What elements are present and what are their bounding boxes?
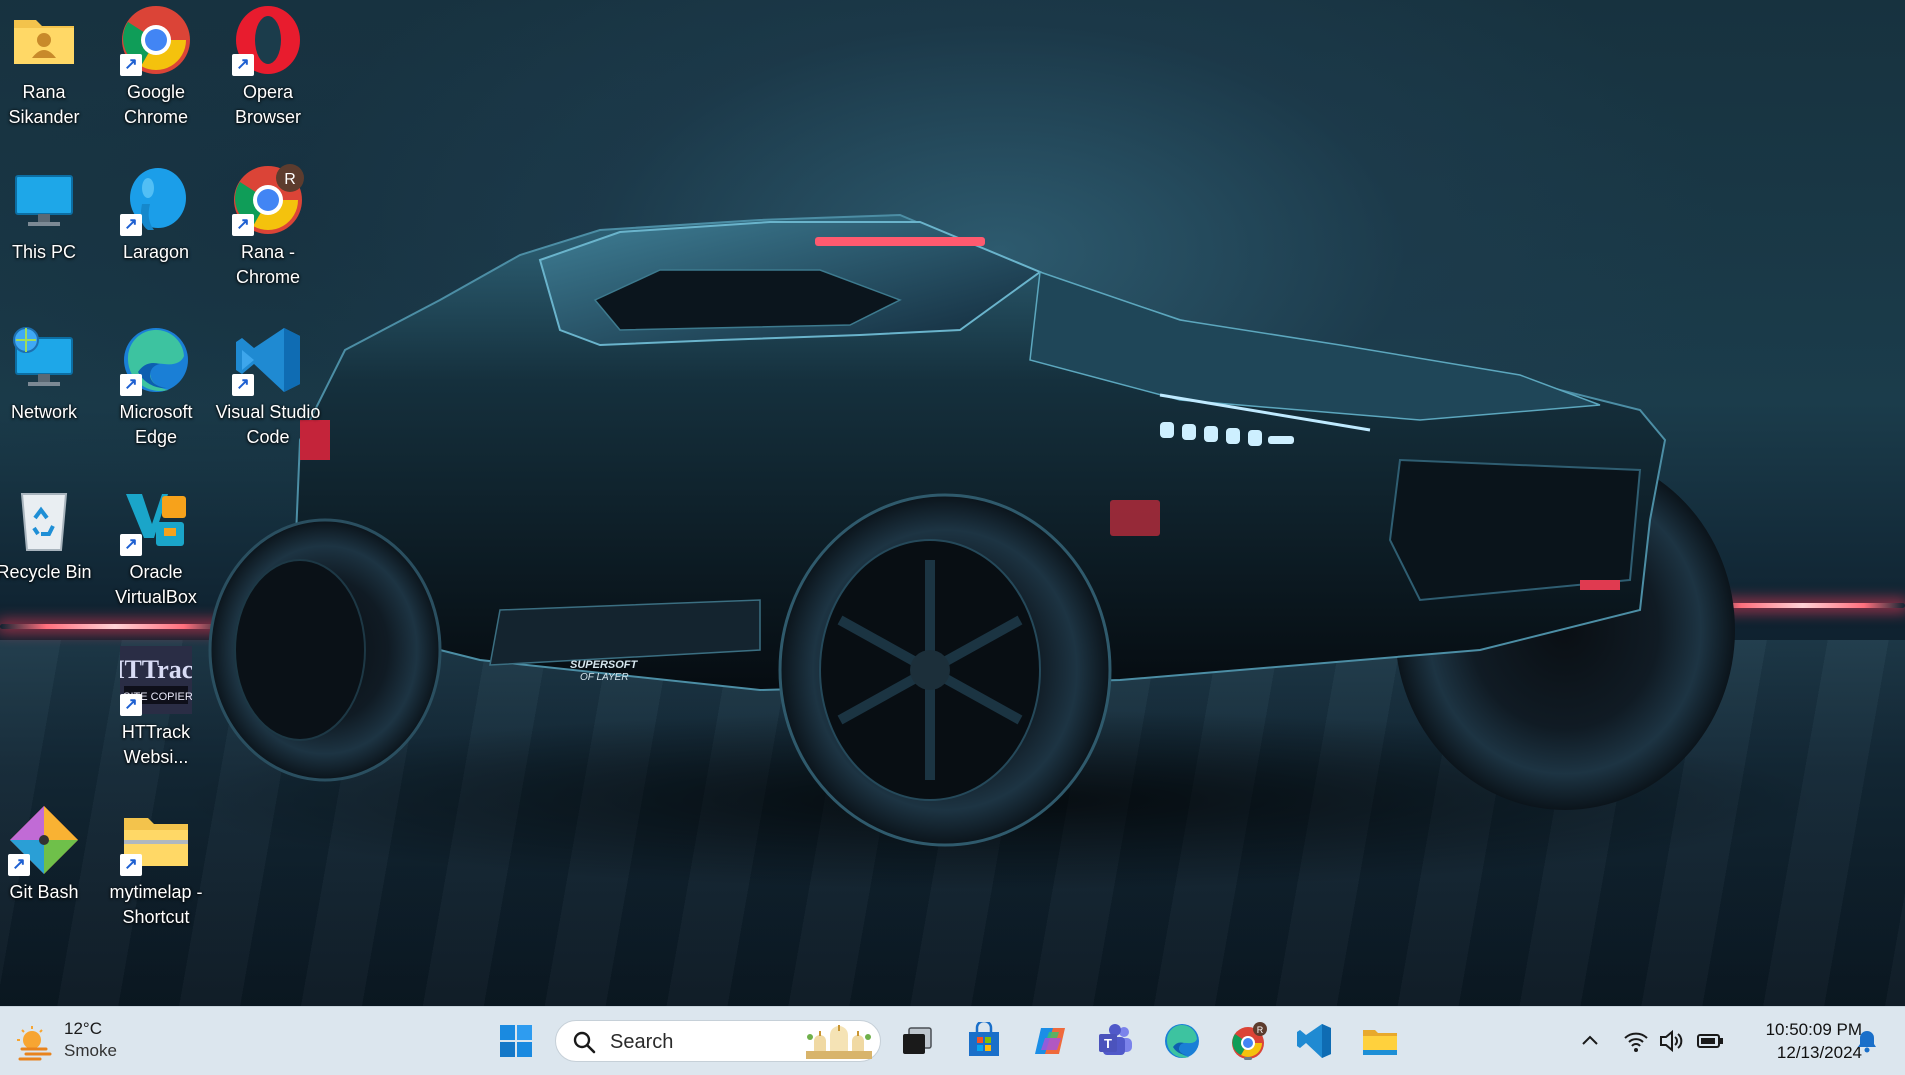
task-view-icon xyxy=(903,1027,932,1054)
chrome-profile-icon: R ↗ xyxy=(232,164,304,236)
desktop-icon-label: Oracle VirtualBox xyxy=(115,562,197,607)
shortcut-arrow-icon: ↗ xyxy=(232,54,254,76)
system-clock[interactable]: 10:50:09 PM 12/13/2024 xyxy=(1732,1018,1862,1064)
svg-text:R: R xyxy=(284,171,296,188)
task-view-button[interactable] xyxy=(896,1019,940,1063)
chevron-up-icon[interactable] xyxy=(1576,1027,1604,1055)
teams-icon: T xyxy=(1099,1024,1132,1055)
desktop-icon-label: Visual Studio Code xyxy=(215,402,321,447)
zip-folder-icon: ↗ xyxy=(120,804,192,876)
shortcut-arrow-icon: ↗ xyxy=(120,694,142,716)
desktop-icon-this-pc[interactable]: This PC xyxy=(0,160,98,265)
desktop-icon-label: Rana Sikander xyxy=(8,82,80,127)
desktop-icon-mytimelap-shortcut[interactable]: ↗ mytimelap - Shortcut xyxy=(102,800,210,930)
virtualbox-icon: ↗ xyxy=(120,484,192,556)
store-icon xyxy=(969,1022,999,1056)
shortcut-arrow-icon: ↗ xyxy=(232,214,254,236)
microsoft-store-button[interactable] xyxy=(962,1019,1006,1063)
desktop-wallpaper: SUPERSOFT OF LAYER xyxy=(0,0,1905,1006)
copilot-button[interactable] xyxy=(1028,1019,1072,1063)
shortcut-arrow-icon: ↗ xyxy=(120,854,142,876)
weather-condition: Smoke xyxy=(64,1041,117,1060)
start-button[interactable] xyxy=(494,1019,538,1063)
running-indicator xyxy=(1244,1057,1252,1060)
monitor-icon xyxy=(8,164,80,236)
git-bash-icon: ↗ xyxy=(8,804,80,876)
desktop-icon-httrack[interactable]: HTTrackSITE COPIER ↗ HTTrackWebsi... xyxy=(102,640,210,770)
desktop-icon-label: Git Bash xyxy=(9,882,79,902)
desktop-icon-opera-browser[interactable]: ↗ Opera Browser xyxy=(214,0,322,130)
svg-text:T: T xyxy=(1104,1036,1112,1051)
clock-time: 10:50:09 PM xyxy=(1765,1020,1862,1039)
chrome-icon: R xyxy=(1232,1022,1267,1059)
file-explorer-icon xyxy=(1363,1030,1397,1055)
desktop-icon-rana-chrome[interactable]: R ↗ Rana - Chrome xyxy=(214,160,322,290)
shortcut-arrow-icon: ↗ xyxy=(120,54,142,76)
chrome-taskbar-button[interactable]: R xyxy=(1226,1019,1270,1063)
desktop-icon-laragon[interactable]: ↗ Laragon xyxy=(102,160,210,265)
weather-widget[interactable]: 12°C Smoke xyxy=(12,1017,132,1065)
desktop-icon-label: HTTrack Websi... xyxy=(121,722,191,767)
weather-temperature: 12°C xyxy=(64,1019,102,1038)
recycle-bin-icon xyxy=(8,484,80,556)
wifi-icon[interactable] xyxy=(1622,1027,1650,1055)
shortcut-arrow-icon: ↗ xyxy=(120,374,142,396)
desktop-icon-label: Recycle Bin xyxy=(0,562,92,582)
search-icon xyxy=(573,1031,596,1054)
opera-icon: ↗ xyxy=(232,4,304,76)
bell-icon[interactable] xyxy=(1855,1029,1879,1053)
search-placeholder: Search xyxy=(610,1031,674,1053)
edge-taskbar-button[interactable] xyxy=(1160,1019,1204,1063)
desktop-icon-microsoft-edge[interactable]: ↗ Microsoft Edge xyxy=(102,320,210,450)
desktop-icon-oracle-virtualbox[interactable]: ↗ Oracle VirtualBox xyxy=(102,480,210,610)
desktop-icon-label: Network xyxy=(10,402,77,422)
desktop-icon-user-folder[interactable]: Rana Sikander xyxy=(0,0,98,130)
teams-button[interactable]: T xyxy=(1094,1019,1138,1063)
desktop-icon-git-bash[interactable]: ↗ Git Bash xyxy=(0,800,98,905)
file-explorer-button[interactable] xyxy=(1358,1019,1402,1063)
desktop-icon-google-chrome[interactable]: ↗ Google Chrome xyxy=(102,0,210,130)
edge-icon xyxy=(1165,1024,1199,1058)
wallpaper-vehicle: SUPERSOFT OF LAYER xyxy=(180,213,1820,890)
shortcut-arrow-icon: ↗ xyxy=(8,854,30,876)
desktop-icon-label: mytimelap - Shortcut xyxy=(109,882,203,927)
shortcut-arrow-icon: ↗ xyxy=(120,214,142,236)
shortcut-arrow-icon: ↗ xyxy=(120,534,142,556)
desktop-icon-label: This PC xyxy=(11,242,76,262)
shortcut-arrow-icon: ↗ xyxy=(232,374,254,396)
network-icon xyxy=(8,324,80,396)
svg-text:R: R xyxy=(1257,1025,1264,1035)
user-folder-icon xyxy=(8,4,80,76)
desktop-icon-network[interactable]: Network xyxy=(0,320,98,425)
start-icon xyxy=(500,1025,532,1057)
taskbar: 12°C Smoke Search T R 10:50:09 PM 12/13/… xyxy=(0,1006,1905,1075)
svg-text:HTTrack: HTTrack xyxy=(120,655,192,684)
desktop-icon-vscode[interactable]: ↗ Visual Studio Code xyxy=(214,320,322,450)
clock-date: 12/13/2024 xyxy=(1776,1043,1862,1062)
desktop-icon-recycle-bin[interactable]: Recycle Bin xyxy=(0,480,98,585)
laragon-elephant-icon: ↗ xyxy=(120,164,192,236)
desktop-icon-label: Opera Browser xyxy=(234,82,301,127)
vscode-icon: ↗ xyxy=(232,324,304,396)
desktop-icon-label: Rana - Chrome xyxy=(235,242,301,287)
edge-icon: ↗ xyxy=(120,324,192,396)
httrack-icon: HTTrackSITE COPIER ↗ xyxy=(120,644,192,716)
search-highlight-icon xyxy=(806,1025,872,1059)
copilot-icon xyxy=(1035,1028,1065,1054)
volume-icon[interactable] xyxy=(1658,1027,1686,1055)
vscode-taskbar-button[interactable] xyxy=(1292,1019,1336,1063)
desktop-icon-label: Laragon xyxy=(122,242,190,262)
vscode-icon xyxy=(1297,1024,1331,1058)
desktop-icon-label: Google Chrome xyxy=(123,82,189,127)
desktop-icon-label: Microsoft Edge xyxy=(119,402,193,447)
vehicle-decal-text-2: OF LAYER xyxy=(580,672,629,683)
sun-haze-icon xyxy=(17,1026,52,1061)
taskbar-search-box[interactable]: Search xyxy=(555,1020,881,1062)
battery-icon[interactable] xyxy=(1696,1027,1724,1055)
vehicle-decal-text-1: SUPERSOFT xyxy=(570,659,639,671)
chrome-icon: ↗ xyxy=(120,4,192,76)
